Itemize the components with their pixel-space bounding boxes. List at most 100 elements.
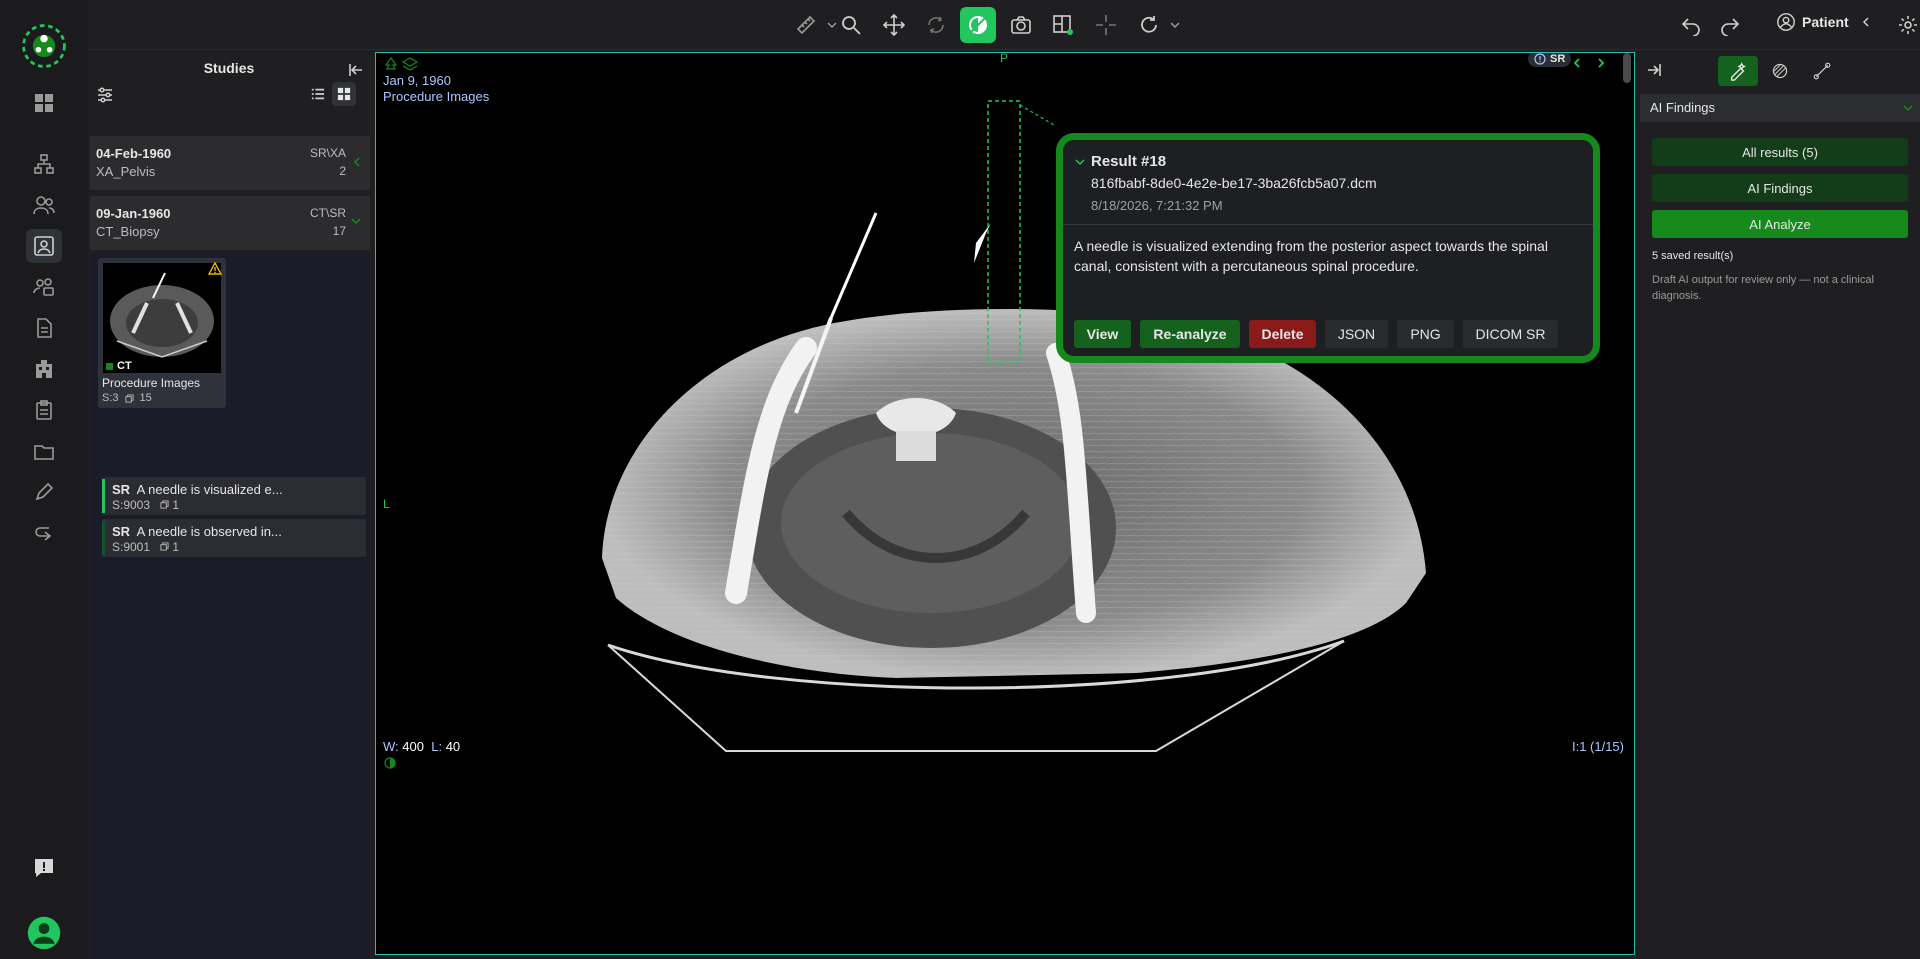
list-icon: [311, 88, 325, 100]
orientation-left: L: [383, 497, 390, 511]
json-button[interactable]: JSON: [1325, 320, 1388, 348]
tree-icon[interactable]: [384, 57, 398, 71]
copies-icon: [160, 542, 169, 551]
prev-sr-icon[interactable]: [1572, 57, 1582, 69]
viewport-scrollbar[interactable]: [1623, 53, 1631, 83]
reset-tool[interactable]: [1131, 7, 1167, 43]
sr-indicator: [102, 479, 105, 513]
rail-files[interactable]: [26, 434, 62, 468]
rail-worklist[interactable]: [26, 393, 62, 427]
sr-instances: 1: [172, 498, 180, 512]
ai-result-popup: Result #18 816fbabf-8de0-4e2e-be17-3ba26…: [1056, 133, 1600, 363]
rail-facilities[interactable]: [26, 352, 62, 386]
rail-users[interactable]: [26, 270, 62, 304]
ai-tab-button[interactable]: [1718, 56, 1758, 86]
list-view-button[interactable]: [306, 82, 330, 106]
study-modality: CT\SR: [310, 206, 346, 220]
ai-brush-icon: [1730, 62, 1746, 81]
rail-studies[interactable]: [26, 229, 62, 263]
layers-icon[interactable]: [402, 57, 418, 71]
camera-icon: [1011, 16, 1031, 34]
return-icon: [35, 527, 52, 541]
collapse-left-icon[interactable]: [348, 62, 364, 78]
users-icon: [33, 196, 55, 215]
crosshair-tool[interactable]: [1088, 7, 1124, 43]
thumbnail-modality: CT: [117, 360, 132, 372]
info-alert-icon: [1534, 53, 1546, 65]
sr-text: A needle is visualized e...: [136, 482, 283, 497]
series-thumbnail[interactable]: CT Procedure Images S:3 15: [98, 258, 226, 408]
next-sr-icon[interactable]: [1596, 57, 1606, 69]
chevron-left-icon: [353, 157, 360, 167]
avatar-icon: [27, 916, 61, 950]
window-width-label: W:: [383, 739, 399, 754]
rail-hierarchy[interactable]: [26, 147, 62, 181]
ai-findings-section-header[interactable]: AI Findings: [1640, 94, 1920, 122]
delete-button[interactable]: Delete: [1249, 320, 1316, 348]
patient-menu[interactable]: Patient: [1776, 12, 1871, 32]
rail-user-avatar[interactable]: [24, 913, 64, 953]
studies-panel: Studies 04-Feb-1960 XA_Pelvis SR\XA 2 09…: [88, 50, 370, 959]
segmentation-tab-button[interactable]: [1760, 56, 1800, 86]
dicom-sr-button[interactable]: DICOM SR: [1463, 320, 1558, 348]
sr-list-item[interactable]: SR A needle is observed in... S:9001 1: [102, 519, 366, 557]
study-date: 04-Feb-1960: [96, 146, 172, 161]
undo-button[interactable]: [1673, 7, 1709, 43]
study-item[interactable]: 04-Feb-1960 XA_Pelvis SR\XA 2: [90, 136, 370, 190]
redo-button[interactable]: [1712, 7, 1748, 43]
thumbnail-instances: 15: [139, 392, 152, 404]
rail-patients[interactable]: [26, 188, 62, 222]
rail-dashboard[interactable]: [26, 86, 62, 120]
grid-view-button[interactable]: [332, 82, 356, 106]
thumbnail-series: S:3: [102, 392, 119, 404]
window-level-tool[interactable]: [960, 7, 996, 43]
measurement-tab-button[interactable]: [1802, 56, 1842, 86]
thumbnail-title: Procedure Images: [102, 376, 201, 390]
sr-instances: 1: [172, 540, 180, 554]
study-date-overlay: Jan 9, 1960: [383, 73, 451, 88]
sr-title: SR A needle is observed in...: [112, 524, 282, 539]
rail-return[interactable]: [26, 516, 62, 550]
ct-thumbnail-icon: [110, 272, 214, 358]
pan-tool[interactable]: [876, 7, 912, 43]
view-button[interactable]: View: [1074, 320, 1131, 348]
chevron-down-icon[interactable]: [1075, 158, 1085, 166]
measure-tool[interactable]: [788, 7, 824, 43]
collapse-right-icon[interactable]: [1646, 62, 1662, 78]
zoom-tool[interactable]: [833, 7, 869, 43]
ai-findings-button[interactable]: AI Findings: [1652, 174, 1908, 202]
result-title: Result #18: [1091, 153, 1167, 170]
copies-icon: [124, 393, 134, 403]
settings-button[interactable]: [1890, 7, 1920, 43]
all-results-button[interactable]: All results (5): [1652, 138, 1908, 166]
window-level-label: L:: [431, 739, 443, 754]
sr-status-badge[interactable]: SR: [1528, 53, 1572, 67]
sr-meta: S:9003 1: [112, 498, 179, 512]
rotate-tool[interactable]: [918, 7, 954, 43]
capture-tool[interactable]: [1003, 7, 1039, 43]
sr-indicator: [102, 521, 105, 555]
layout-tool[interactable]: [1045, 7, 1081, 43]
study-item[interactable]: 09-Jan-1960 CT_Biopsy CT\SR 17: [90, 196, 370, 250]
more-caret-icon[interactable]: [1170, 19, 1180, 31]
rail-edit[interactable]: [26, 475, 62, 509]
sr-list-item[interactable]: SR A needle is visualized e... S:9003 1: [102, 477, 366, 515]
ai-analyze-button[interactable]: AI Analyze: [1652, 210, 1908, 238]
sr-text: A needle is observed in...: [136, 524, 282, 539]
contrast-icon: [969, 16, 987, 34]
png-button[interactable]: PNG: [1397, 320, 1454, 348]
reanalyze-button[interactable]: Re-analyze: [1140, 320, 1240, 348]
result-filename: 816fbabf-8de0-4e2e-be17-3ba26fcb5a07.dcm: [1091, 175, 1377, 191]
rail-feedback[interactable]: [26, 851, 62, 885]
result-timestamp: 8/18/2026, 7:21:32 PM: [1091, 198, 1223, 213]
rotate-icon: [928, 16, 944, 34]
app-logo[interactable]: [16, 18, 72, 74]
rail-reports[interactable]: [26, 311, 62, 345]
app-root: Patient Studies 04-Feb-1960 XA_Pelvis SR…: [0, 0, 1920, 959]
contrast-small-icon: [384, 757, 396, 769]
left-rail: [0, 0, 88, 959]
image-viewport[interactable]: Jan 9, 1960 Procedure Images P L SR W: 4…: [375, 52, 1635, 955]
layout-icon: [1053, 15, 1073, 35]
filter-settings-icon[interactable]: [96, 86, 114, 104]
window-level-value: 40: [445, 739, 461, 754]
